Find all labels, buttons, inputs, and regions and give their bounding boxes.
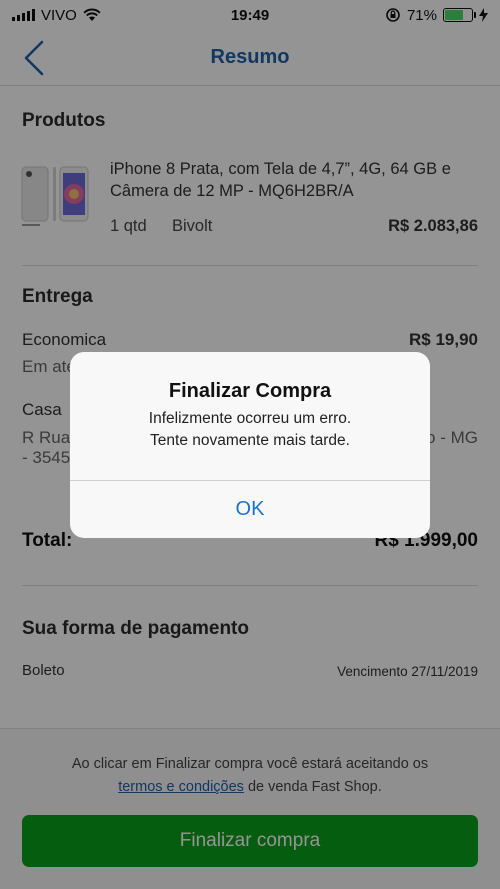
alert-ok-button[interactable]: OK (70, 481, 430, 538)
alert-message: Infelizmente ocorreu um erro. Tente nova… (90, 408, 410, 452)
alert-message-line-1: Infelizmente ocorreu um erro. (148, 410, 352, 427)
alert-title: Finalizar Compra (168, 380, 332, 402)
alert-message-line-2: Tente novamente mais tarde. (150, 432, 350, 449)
error-alert-dialog: Finalizar Compra Infelizmente ocorreu um… (70, 352, 430, 538)
